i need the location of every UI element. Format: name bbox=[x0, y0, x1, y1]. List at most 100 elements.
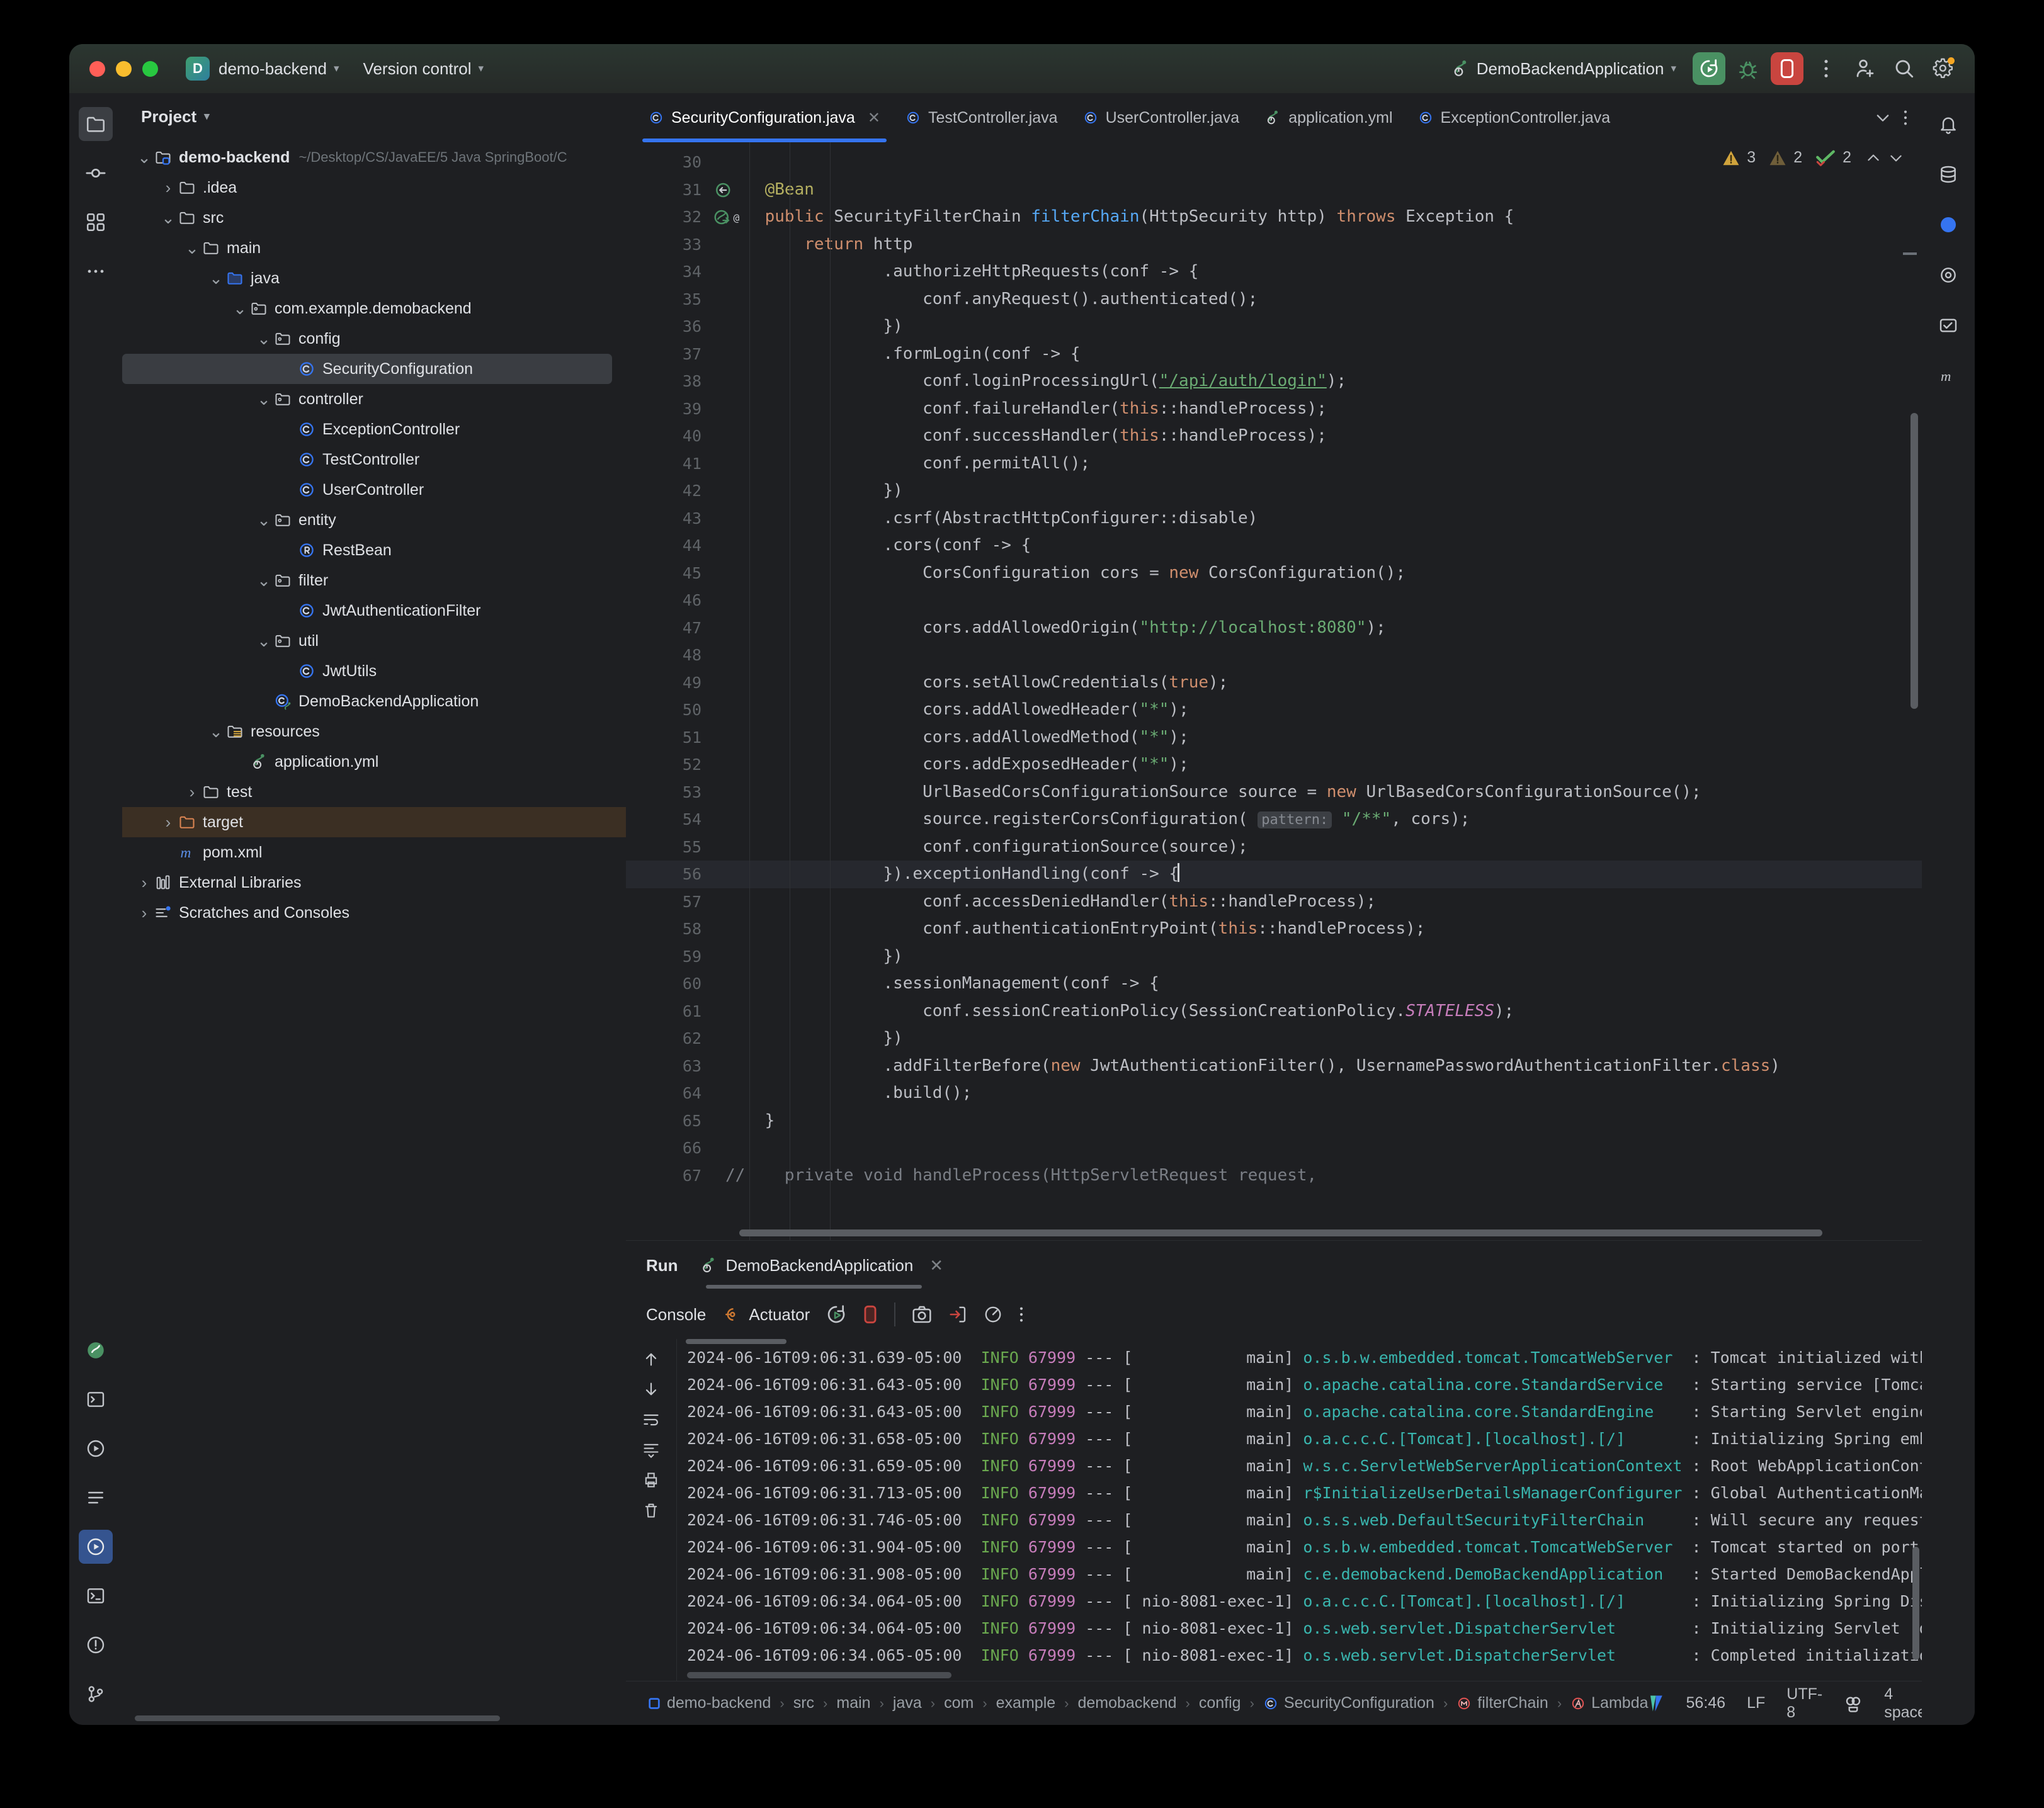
problems-tool-icon[interactable] bbox=[79, 1628, 113, 1662]
gutter-line-31[interactable]: 31 bbox=[626, 176, 709, 204]
todo-tool-icon[interactable] bbox=[79, 1481, 113, 1515]
editor-tab-bar[interactable]: SecurityConfiguration.java✕TestControlle… bbox=[626, 93, 1922, 142]
breadcrumb-item-src[interactable]: src bbox=[793, 1694, 814, 1712]
console-log-output[interactable]: 2024-06-16T09:06:31.639-05:00 INFO 67999… bbox=[676, 1339, 1922, 1681]
code-line-64[interactable]: .build(); bbox=[709, 1080, 1922, 1107]
chevron-down-icon[interactable]: ⌄ bbox=[208, 726, 224, 737]
breadcrumb-item-com[interactable]: com bbox=[944, 1694, 974, 1712]
gutter-line-38[interactable]: 38 bbox=[626, 368, 709, 395]
tree-item-entity[interactable]: ⌄entity bbox=[122, 505, 626, 535]
gutter-line-47[interactable]: 47 bbox=[626, 614, 709, 642]
maven-icon[interactable]: m bbox=[1931, 359, 1965, 393]
ai-assistant-icon[interactable] bbox=[1931, 208, 1965, 242]
tree-item-demo-backend[interactable]: ⌄demo-backend~/Desktop/CS/JavaEE/5 Java … bbox=[122, 142, 626, 172]
run-tab[interactable]: DemoBackendApplication ✕ bbox=[700, 1241, 944, 1290]
gutter-line-50[interactable]: 50 bbox=[626, 696, 709, 724]
chevron-down-icon[interactable]: ⌄ bbox=[256, 393, 272, 405]
breadcrumb-item-main[interactable]: main bbox=[836, 1694, 870, 1712]
gutter-line-36[interactable]: 36 bbox=[626, 313, 709, 341]
breadcrumb-item-lambda[interactable]: Lambda bbox=[1570, 1694, 1648, 1712]
search-icon[interactable] bbox=[1888, 52, 1921, 85]
chevron-right-icon[interactable]: › bbox=[160, 813, 176, 832]
vcs-branch-icon[interactable] bbox=[1649, 1694, 1665, 1713]
code-line-33[interactable]: return http bbox=[709, 231, 1922, 259]
soft-wrap-icon[interactable] bbox=[642, 1411, 660, 1428]
editor-tab-application-yml[interactable]: application.yml bbox=[1252, 93, 1405, 142]
actuator-tab[interactable]: Actuator bbox=[722, 1305, 810, 1325]
more-actions-icon[interactable] bbox=[1810, 52, 1842, 85]
editor-tab-usercontroller-java[interactable]: UserController.java bbox=[1070, 93, 1252, 142]
close-icon[interactable]: ✕ bbox=[929, 1256, 943, 1275]
gutter-line-44[interactable]: 44 bbox=[626, 532, 709, 560]
inspection-widget[interactable]: 3 2 2 bbox=[1722, 149, 1904, 167]
code-line-34[interactable]: .authorizeHttpRequests(conf -> { bbox=[709, 258, 1922, 286]
breadcrumb-item-example[interactable]: example bbox=[996, 1694, 1056, 1712]
tree-item-controller[interactable]: ⌄controller bbox=[122, 384, 626, 414]
run-button[interactable] bbox=[1693, 52, 1725, 85]
debug-button[interactable] bbox=[1732, 52, 1764, 85]
profiler-icon[interactable] bbox=[984, 1305, 1002, 1324]
maximize-window-button[interactable] bbox=[142, 61, 158, 77]
code-line-32[interactable]: public SecurityFilterChain filterChain(H… bbox=[709, 203, 1922, 231]
code-line-63[interactable]: .addFilterBefore(new JwtAuthenticationFi… bbox=[709, 1053, 1922, 1080]
database-icon[interactable] bbox=[1931, 157, 1965, 191]
window-controls[interactable] bbox=[89, 61, 158, 77]
next-problem-icon[interactable] bbox=[1888, 150, 1904, 166]
scroll-up-icon[interactable] bbox=[642, 1350, 660, 1368]
code-line-52[interactable]: cors.addExposedHeader("*"); bbox=[709, 751, 1922, 779]
chevron-right-icon[interactable]: › bbox=[160, 178, 176, 198]
editor-tab-securityconfiguration-java[interactable]: SecurityConfiguration.java✕ bbox=[636, 93, 893, 142]
terminal-tool-icon[interactable] bbox=[79, 1579, 113, 1613]
editor-horizontal-scrollbar[interactable] bbox=[739, 1229, 1822, 1236]
rerun-icon[interactable] bbox=[826, 1304, 846, 1325]
code-line-48[interactable] bbox=[709, 641, 1922, 669]
code-line-47[interactable]: cors.addAllowedOrigin("http://localhost:… bbox=[709, 614, 1922, 642]
breadcrumb-item-filterchain[interactable]: filterChain bbox=[1456, 1694, 1548, 1712]
code-line-41[interactable]: conf.permitAll(); bbox=[709, 450, 1922, 478]
code-line-58[interactable]: conf.authenticationEntryPoint(this::hand… bbox=[709, 915, 1922, 943]
console-tab-label[interactable]: Console bbox=[646, 1305, 706, 1325]
code-line-45[interactable]: CorsConfiguration cors = new CorsConfigu… bbox=[709, 560, 1922, 587]
chevron-right-icon[interactable]: › bbox=[136, 903, 152, 923]
gutter-line-65[interactable]: 65 bbox=[626, 1107, 709, 1135]
code-line-37[interactable]: .formLogin(conf -> { bbox=[709, 341, 1922, 368]
tree-item-resources[interactable]: ⌄resources bbox=[122, 716, 626, 747]
gutter-line-30[interactable]: 30 bbox=[626, 149, 709, 176]
chevron-down-icon[interactable]: ⌄ bbox=[160, 212, 176, 223]
gutter-line-52[interactable]: 52 bbox=[626, 751, 709, 779]
terminal-side-icon[interactable] bbox=[79, 1382, 113, 1416]
run-configuration-selector[interactable]: DemoBackendApplication ▾ bbox=[1451, 59, 1676, 79]
tree-item-usercontroller[interactable]: UserController bbox=[122, 475, 626, 505]
gutter-line-51[interactable]: 51 bbox=[626, 724, 709, 752]
code-line-60[interactable]: .sessionManagement(conf -> { bbox=[709, 970, 1922, 998]
gutter-line-61[interactable]: 61 bbox=[626, 998, 709, 1025]
code-line-59[interactable]: }) bbox=[709, 943, 1922, 971]
gutter-line-34[interactable]: 34 bbox=[626, 258, 709, 286]
tree-item-pom-xml[interactable]: mpom.xml bbox=[122, 837, 626, 867]
chevron-right-icon[interactable]: › bbox=[136, 873, 152, 893]
scroll-to-end-icon[interactable] bbox=[642, 1441, 660, 1459]
spring-tool-icon[interactable] bbox=[79, 1333, 113, 1367]
chevron-down-icon[interactable]: ⌄ bbox=[208, 273, 224, 284]
export-icon[interactable] bbox=[948, 1305, 967, 1324]
breadcrumb-item-config[interactable]: config bbox=[1199, 1694, 1241, 1712]
line-separator[interactable]: LF bbox=[1747, 1694, 1765, 1712]
tab-more-actions-icon[interactable] bbox=[1903, 109, 1908, 127]
code-line-65[interactable]: } bbox=[709, 1107, 1922, 1135]
gutter-line-67[interactable]: 67 bbox=[626, 1162, 709, 1190]
camera-icon[interactable] bbox=[912, 1305, 932, 1324]
console-more-icon[interactable] bbox=[1019, 1306, 1024, 1323]
code-line-35[interactable]: conf.anyRequest().authenticated(); bbox=[709, 286, 1922, 314]
scroll-down-icon[interactable] bbox=[642, 1381, 660, 1398]
code-line-50[interactable]: cors.addAllowedHeader("*"); bbox=[709, 696, 1922, 724]
tab-list-chevron-icon[interactable] bbox=[1874, 109, 1892, 127]
inspector-icon[interactable] bbox=[1844, 1694, 1863, 1713]
tree-item-external-libraries[interactable]: ›External Libraries bbox=[122, 867, 626, 898]
stop-button[interactable] bbox=[1771, 52, 1803, 85]
more-tools-icon[interactable] bbox=[79, 254, 113, 288]
stop-icon[interactable] bbox=[863, 1305, 878, 1324]
gutter-line-55[interactable]: 55 bbox=[626, 833, 709, 861]
code-line-49[interactable]: cors.setAllowCredentials(true); bbox=[709, 669, 1922, 697]
code-line-61[interactable]: conf.sessionCreationPolicy(SessionCreati… bbox=[709, 998, 1922, 1025]
breadcrumb[interactable]: demo-backend›src›main›java›com›example›d… bbox=[647, 1694, 1649, 1712]
